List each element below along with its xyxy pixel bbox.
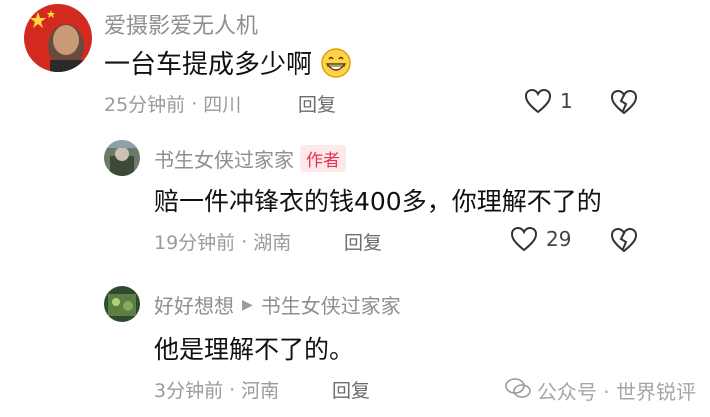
avatar[interactable] bbox=[24, 4, 92, 72]
reply-to-username[interactable]: 书生女侠过家家 bbox=[261, 290, 401, 319]
comment-time: 3分钟前 bbox=[154, 380, 224, 402]
author-badge: 作者 bbox=[300, 145, 346, 172]
comment-location: 河南 bbox=[241, 380, 280, 402]
comment-meta: 3分钟前 · 河南 bbox=[154, 376, 279, 403]
avatar-image bbox=[104, 286, 140, 322]
avatar[interactable] bbox=[104, 286, 140, 322]
dislike-button[interactable] bbox=[610, 227, 638, 257]
separator: · bbox=[241, 230, 248, 253]
like-button[interactable]: 1 bbox=[524, 88, 573, 114]
heart-icon bbox=[510, 226, 538, 252]
comment-username-text[interactable]: 好好想想 bbox=[154, 290, 234, 319]
avatar-image bbox=[104, 140, 140, 176]
like-count: 29 bbox=[546, 227, 572, 251]
comment-username: 书生女侠过家家 作者 bbox=[154, 144, 346, 173]
watermark: 公众号 · 世界锐评 bbox=[505, 376, 696, 405]
broken-heart-icon bbox=[610, 227, 638, 257]
watermark-text: 公众号 · 世界锐评 bbox=[536, 380, 696, 404]
reply-button[interactable]: 回复 bbox=[344, 228, 382, 255]
comment-text: 一台车提成多少啊 bbox=[104, 44, 352, 86]
reply-button[interactable]: 回复 bbox=[332, 376, 370, 403]
comment-text-content: 一台车提成多少啊 bbox=[104, 50, 313, 80]
comment-location: 四川 bbox=[203, 94, 242, 116]
reply-arrow-icon: ▶ bbox=[242, 296, 253, 313]
grinning-face-emoji-icon bbox=[320, 47, 352, 86]
comment-thread: 爱摄影爱无人机 一台车提成多少啊 25分钟前 · 四川 回复 1 书生女侠过家家… bbox=[0, 0, 710, 417]
like-count: 1 bbox=[560, 89, 573, 113]
comment-username-text[interactable]: 书生女侠过家家 bbox=[154, 144, 294, 173]
comment-location: 湖南 bbox=[253, 232, 292, 254]
broken-heart-icon bbox=[610, 89, 638, 119]
avatar[interactable] bbox=[104, 140, 140, 176]
heart-icon bbox=[524, 88, 552, 114]
comment-username[interactable]: 爱摄影爱无人机 bbox=[104, 8, 258, 40]
comment-text: 赔一件冲锋衣的钱400多，你理解不了的 bbox=[154, 187, 602, 216]
comment-meta: 25分钟前 · 四川 bbox=[104, 90, 241, 117]
dislike-button[interactable] bbox=[610, 89, 638, 119]
separator: · bbox=[191, 92, 198, 115]
comment-username: 好好想想 ▶ 书生女侠过家家 bbox=[154, 290, 401, 319]
reply-button[interactable]: 回复 bbox=[298, 90, 336, 117]
comment-time: 25分钟前 bbox=[104, 94, 186, 116]
separator: · bbox=[229, 378, 236, 401]
wechat-icon bbox=[505, 377, 531, 404]
avatar-image bbox=[24, 4, 92, 72]
comment-text: 他是理解不了的。 bbox=[154, 335, 355, 364]
like-button[interactable]: 29 bbox=[510, 226, 571, 252]
comment-meta: 19分钟前 · 湖南 bbox=[154, 228, 291, 255]
comment-time: 19分钟前 bbox=[154, 232, 236, 254]
